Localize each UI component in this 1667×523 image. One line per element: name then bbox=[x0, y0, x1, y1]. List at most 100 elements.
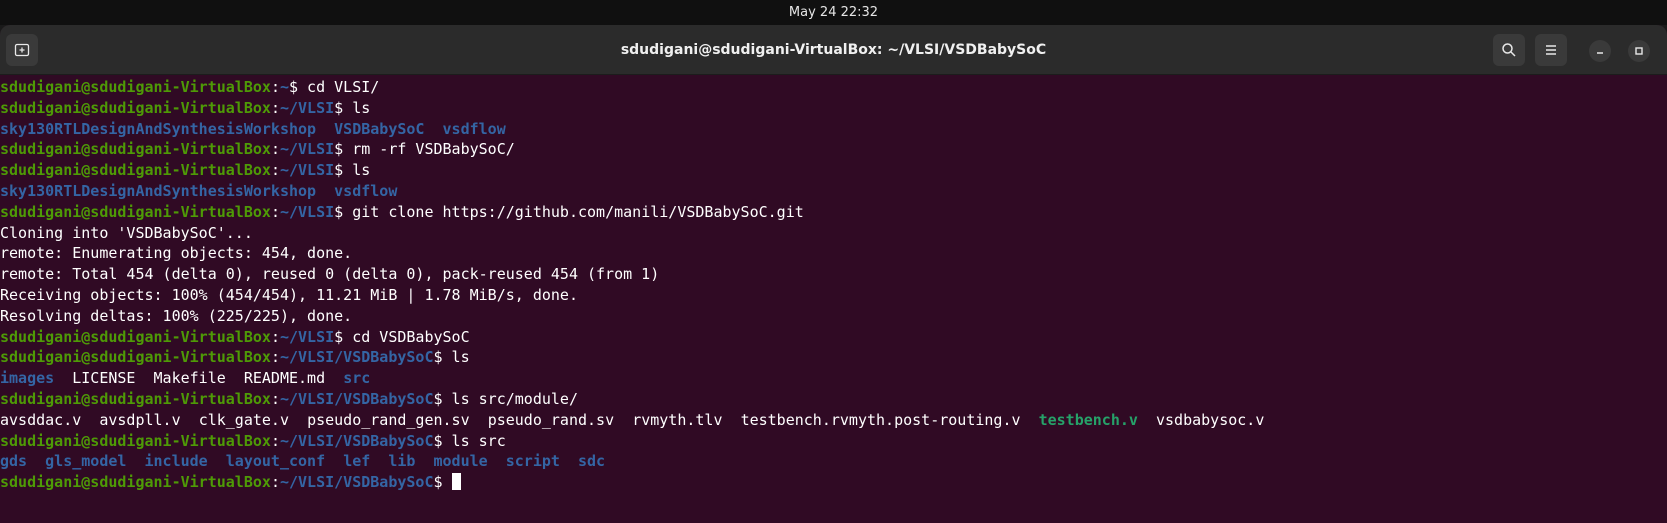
search-icon bbox=[1502, 43, 1516, 57]
output-text: Resolving deltas: 100% (225/225), done. bbox=[0, 306, 353, 325]
minimize-icon bbox=[1597, 52, 1603, 54]
hamburger-menu-icon bbox=[1546, 45, 1556, 55]
command-text: cd VLSI/ bbox=[298, 78, 380, 96]
file-entry: pseudo_rand.sv bbox=[487, 410, 615, 429]
terminal-output-line: Cloning into 'VSDBabySoC'... bbox=[0, 223, 1667, 244]
directory-entry: images bbox=[0, 369, 55, 388]
prompt-path: ~/VLSI bbox=[279, 202, 335, 221]
prompt-symbol: $ bbox=[334, 327, 344, 346]
directory-entry: layout_conf bbox=[225, 452, 326, 471]
terminal-output-line: remote: Total 454 (delta 0), reused 0 (d… bbox=[0, 264, 1667, 285]
command-text: git clone https://github.com/manili/VSDB… bbox=[343, 202, 804, 221]
prompt-path: ~/VLSI bbox=[279, 140, 335, 159]
prompt-separator: : bbox=[270, 327, 280, 346]
terminal-window: sdudigani@sdudigani-VirtualBox: ~/VLSI/V… bbox=[0, 25, 1667, 523]
maximize-button[interactable] bbox=[1628, 40, 1650, 62]
terminal-command-line: sdudigani@sdudigani-VirtualBox:~/VLSI$ r… bbox=[0, 139, 1667, 160]
new-tab-icon bbox=[14, 43, 30, 57]
directory-entry: include bbox=[144, 452, 208, 471]
output-text: remote: Total 454 (delta 0), reused 0 (d… bbox=[0, 265, 660, 284]
prompt-separator: : bbox=[270, 431, 280, 450]
prompt-path: ~ bbox=[279, 78, 289, 96]
ls-listing-line: sky130RTLDesignAndSynthesisWorkshop VSDB… bbox=[0, 119, 1667, 140]
ls-listing-line: avsddac.v avsdpll.v clk_gate.v pseudo_ra… bbox=[0, 410, 1667, 431]
ls-listing-line: images LICENSE Makefile README.md src bbox=[0, 368, 1667, 389]
prompt-symbol: $ bbox=[433, 348, 443, 367]
prompt-separator: : bbox=[270, 473, 280, 492]
prompt-separator: : bbox=[270, 78, 280, 96]
file-entry: avsddac.v bbox=[0, 410, 82, 429]
maximize-icon bbox=[1635, 47, 1643, 55]
terminal-command-line: sdudigani@sdudigani-VirtualBox:~/VLSI$ g… bbox=[0, 202, 1667, 223]
prompt-user-host: sdudigani@sdudigani-VirtualBox bbox=[0, 140, 271, 159]
file-entry: README.md bbox=[243, 369, 326, 388]
terminal-command-line: sdudigani@sdudigani-VirtualBox:~/VLSI/VS… bbox=[0, 347, 1667, 368]
command-text: ls bbox=[343, 161, 371, 180]
file-entry: rvmyth.tlv bbox=[632, 410, 723, 429]
title-bar: sdudigani@sdudigani-VirtualBox: ~/VLSI/V… bbox=[0, 25, 1667, 75]
system-clock[interactable]: May 24 22:32 bbox=[789, 5, 878, 20]
directory-entry: lef bbox=[343, 452, 371, 471]
prompt-separator: : bbox=[270, 348, 280, 367]
terminal-output-line: Receiving objects: 100% (454/454), 11.21… bbox=[0, 285, 1667, 306]
prompt-symbol: $ bbox=[433, 389, 443, 408]
prompt-path: ~/VLSI/VSDBabySoC bbox=[279, 348, 434, 367]
command-text: ls bbox=[442, 348, 470, 367]
directory-entry: gls_model bbox=[45, 452, 127, 471]
prompt-path: ~/VLSI/VSDBabySoC bbox=[279, 431, 434, 450]
prompt-separator: : bbox=[270, 98, 280, 117]
directory-entry: script bbox=[505, 452, 560, 471]
directory-entry: lib bbox=[388, 452, 416, 471]
prompt-path: ~/VLSI bbox=[279, 161, 335, 180]
file-entry: avsdpll.v bbox=[99, 410, 181, 429]
command-text: cd VSDBabySoC bbox=[343, 327, 470, 346]
prompt-path: ~/VLSI/VSDBabySoC bbox=[279, 389, 434, 408]
terminal-output-line: Resolving deltas: 100% (225/225), done. bbox=[0, 306, 1667, 327]
prompt-user-host: sdudigani@sdudigani-VirtualBox bbox=[0, 473, 271, 492]
directory-entry: sky130RTLDesignAndSynthesisWorkshop bbox=[0, 119, 317, 138]
file-entry: LICENSE bbox=[72, 369, 136, 388]
prompt-separator: : bbox=[270, 140, 280, 159]
prompt-user-host: sdudigani@sdudigani-VirtualBox bbox=[0, 78, 271, 96]
prompt-user-host: sdudigani@sdudigani-VirtualBox bbox=[0, 389, 271, 408]
menu-button[interactable] bbox=[1535, 34, 1567, 66]
terminal-cursor[interactable] bbox=[451, 473, 461, 491]
terminal-command-line: sdudigani@sdudigani-VirtualBox:~$ cd VLS… bbox=[0, 77, 1667, 98]
prompt-symbol: $ bbox=[334, 98, 344, 117]
prompt-symbol: $ bbox=[433, 431, 443, 450]
file-entry: vsdbabysoc.v bbox=[1156, 410, 1265, 429]
ls-listing-line: sky130RTLDesignAndSynthesisWorkshop vsdf… bbox=[0, 181, 1667, 202]
terminal-output[interactable]: sdudigani@sdudigani-VirtualBox:~$ cd VLS… bbox=[0, 75, 1667, 493]
prompt-user-host: sdudigani@sdudigani-VirtualBox bbox=[0, 161, 271, 180]
window-title: sdudigani@sdudigani-VirtualBox: ~/VLSI/V… bbox=[620, 41, 1047, 58]
directory-entry: sky130RTLDesignAndSynthesisWorkshop bbox=[0, 181, 317, 200]
terminal-command-line: sdudigani@sdudigani-VirtualBox:~/VLSI$ l… bbox=[0, 160, 1667, 181]
file-entry: testbench.v bbox=[1038, 410, 1138, 429]
prompt-user-host: sdudigani@sdudigani-VirtualBox bbox=[0, 348, 271, 367]
directory-entry: sdc bbox=[578, 452, 606, 471]
directory-entry: gds bbox=[0, 452, 28, 471]
terminal-prompt-line: sdudigani@sdudigani-VirtualBox:~/VLSI/VS… bbox=[0, 472, 1667, 493]
terminal-output-line: remote: Enumerating objects: 454, done. bbox=[0, 243, 1667, 264]
ls-listing-line: gds gls_model include layout_conf lef li… bbox=[0, 451, 1667, 472]
prompt-separator: : bbox=[270, 202, 280, 221]
search-button[interactable] bbox=[1493, 34, 1525, 66]
directory-entry: vsdflow bbox=[334, 181, 398, 200]
terminal-command-line: sdudigani@sdudigani-VirtualBox:~/VLSI/VS… bbox=[0, 389, 1667, 410]
command-text: ls src bbox=[442, 431, 506, 450]
prompt-separator: : bbox=[270, 389, 280, 408]
command-text: ls bbox=[343, 98, 371, 117]
minimize-button[interactable] bbox=[1589, 40, 1611, 62]
output-text: Cloning into 'VSDBabySoC'... bbox=[0, 223, 253, 242]
directory-entry: VSDBabySoC bbox=[334, 119, 425, 138]
prompt-symbol: $ bbox=[334, 161, 344, 180]
terminal-command-line: sdudigani@sdudigani-VirtualBox:~/VLSI$ l… bbox=[0, 98, 1667, 119]
directory-entry: src bbox=[343, 369, 371, 388]
prompt-path: ~/VLSI bbox=[279, 327, 335, 346]
new-tab-button[interactable] bbox=[6, 34, 38, 66]
file-entry: Makefile bbox=[153, 369, 226, 388]
terminal-command-line: sdudigani@sdudigani-VirtualBox:~/VLSI$ c… bbox=[0, 327, 1667, 348]
prompt-symbol: $ bbox=[334, 202, 344, 221]
terminal-command-line: sdudigani@sdudigani-VirtualBox:~/VLSI/VS… bbox=[0, 431, 1667, 452]
file-entry: pseudo_rand_gen.sv bbox=[307, 410, 470, 429]
